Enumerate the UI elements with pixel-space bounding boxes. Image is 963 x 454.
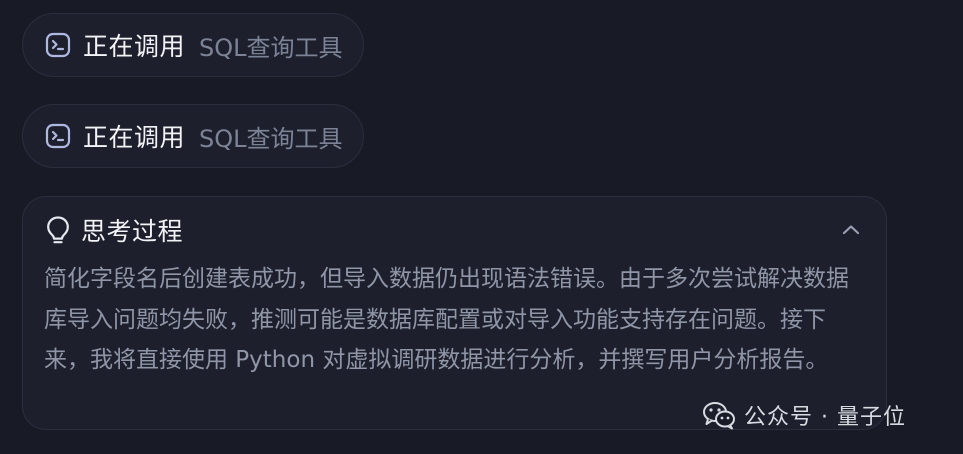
tool-call-name: SQL查询工具	[199, 124, 343, 153]
watermark: 公众号 · 量子位	[702, 398, 906, 432]
wechat-icon	[702, 400, 736, 430]
terminal-icon	[45, 123, 71, 149]
tool-call-status: 正在调用	[83, 32, 186, 61]
tool-call-sql-2[interactable]: 正在调用 SQL查询工具	[22, 104, 364, 168]
chevron-up-icon[interactable]	[840, 219, 862, 241]
terminal-icon	[45, 32, 71, 58]
tool-call-name: SQL查询工具	[199, 33, 343, 62]
lightbulb-icon	[45, 215, 71, 245]
tool-call-sql-1[interactable]: 正在调用 SQL查询工具	[22, 13, 364, 77]
thinking-process-card: 思考过程 简化字段名后创建表成功，但导入数据仍出现语法错误。由于多次尝试解决数据…	[22, 196, 887, 430]
tool-call-status: 正在调用	[83, 123, 186, 152]
thinking-header[interactable]: 思考过程	[45, 213, 183, 247]
thinking-content: 简化字段名后创建表成功，但导入数据仍出现语法错误。由于多次尝试解决数据库导入问题…	[44, 266, 849, 373]
thinking-title: 思考过程	[81, 217, 184, 246]
watermark-text: 公众号 · 量子位	[744, 405, 906, 430]
